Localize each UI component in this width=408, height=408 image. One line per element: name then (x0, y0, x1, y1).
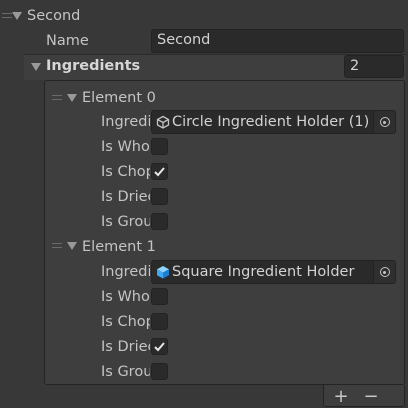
element-1-flag-2-checkbox[interactable] (151, 338, 168, 355)
prefab-outline-icon (156, 115, 170, 129)
element-0-flag-2-checkbox[interactable] (151, 188, 168, 205)
element-1-drag-handle-icon[interactable] (52, 243, 62, 251)
element-0-ingredient-value: Circle Ingredient Holder (1) (172, 114, 370, 130)
element-1-flag-1-checkbox[interactable] (151, 313, 168, 330)
element-1-label[interactable]: Element 1 (82, 237, 156, 257)
element-0-flag-3-checkbox[interactable] (151, 213, 168, 230)
name-label: Name (46, 33, 89, 49)
root-foldout-label[interactable]: Second (27, 6, 80, 26)
element-1-flag-2-label: Is Driec (101, 339, 150, 355)
prefab-blue-icon (157, 266, 169, 279)
object-picker-icon (379, 117, 390, 127)
name-input[interactable]: Second (151, 29, 404, 53)
add-icon: + (333, 386, 349, 407)
object-picker-icon (379, 267, 390, 277)
element-1-foldout-arrow-icon[interactable] (67, 242, 77, 250)
ingredients-label[interactable]: Ingredients (46, 56, 140, 76)
ingredients-foldout-arrow-icon[interactable] (31, 63, 41, 71)
element-1-flag-3-checkbox[interactable] (151, 363, 168, 380)
checkmark-icon (154, 342, 165, 352)
ingredients-size-input[interactable]: 2 (344, 55, 404, 78)
object-picker-button[interactable] (373, 261, 395, 283)
element-0-flag-3-label: Is Grou (101, 214, 150, 230)
element-0-flag-1-checkbox[interactable] (151, 163, 168, 180)
element-0-ingredient-field[interactable]: Circle Ingredient Holder (1) (151, 110, 396, 134)
element-1-ingredient-label: Ingredi (101, 264, 150, 280)
element-0-flag-1-label: Is Chop (101, 164, 150, 180)
add-element-button[interactable]: + (332, 388, 350, 406)
element-1-flag-3-label: Is Grou (101, 364, 150, 380)
element-0-flag-0-label: Is Who (101, 139, 150, 155)
element-0-drag-handle-icon[interactable] (52, 95, 62, 103)
remove-element-button[interactable]: − (362, 388, 380, 406)
element-0-ingredient-label: Ingredi (101, 114, 150, 130)
element-0-flag-0-checkbox[interactable] (151, 138, 168, 155)
element-0-label[interactable]: Element 0 (82, 88, 156, 108)
element-0-flag-2-label: Is Driec (101, 189, 150, 205)
element-0-foldout-arrow-icon[interactable] (67, 94, 77, 102)
element-1-ingredient-field[interactable]: Square Ingredient Holder (151, 260, 396, 284)
element-1-flag-1-label: Is Chop (101, 314, 150, 330)
element-1-flag-0-checkbox[interactable] (151, 288, 168, 305)
remove-icon: − (363, 386, 379, 407)
drag-handle-icon[interactable] (2, 13, 12, 21)
checkmark-icon (154, 167, 165, 177)
element-1-flag-0-label: Is Who (101, 289, 150, 305)
object-picker-button[interactable] (373, 111, 395, 133)
foldout-arrow-icon[interactable] (12, 12, 22, 20)
element-1-ingredient-value: Square Ingredient Holder (172, 264, 355, 280)
